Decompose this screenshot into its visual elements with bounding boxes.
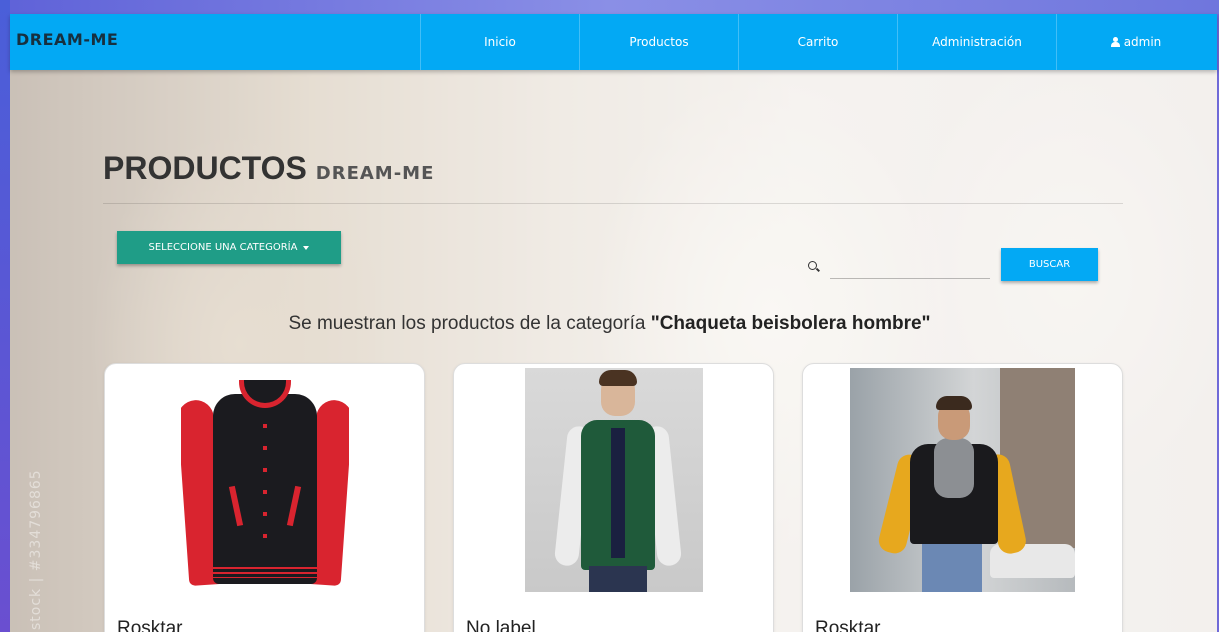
category-message: Se muestran los productos de la categorí… <box>0 313 1219 335</box>
jacket-buttons <box>263 424 267 554</box>
nav-item-user[interactable]: admin <box>1056 14 1215 70</box>
jacket-hem <box>213 564 317 578</box>
nav-item-administracion[interactable]: Administración <box>897 14 1056 70</box>
product-card[interactable]: Rosktar <box>802 363 1123 632</box>
model-legs <box>589 566 647 592</box>
nav-item-inicio[interactable]: Inicio <box>420 14 579 70</box>
model-hoodie <box>934 438 974 498</box>
page-title-text: PRODUCTOS <box>103 150 307 186</box>
user-icon <box>1110 37 1120 47</box>
search-icon <box>808 261 817 270</box>
model-legs <box>922 544 982 592</box>
nav-item-carrito[interactable]: Carrito <box>738 14 897 70</box>
page-title: PRODUCTOS DREAM-ME <box>103 150 434 187</box>
nav-menu: Inicio Productos Carrito Administración … <box>420 14 1215 70</box>
product-image[interactable] <box>525 368 703 592</box>
search-input[interactable] <box>830 255 990 279</box>
model-hair <box>936 396 972 410</box>
nav-item-label: Inicio <box>484 35 516 49</box>
title-divider <box>103 203 1123 204</box>
nav-item-label: admin <box>1123 35 1162 49</box>
top-navbar: DREAM-ME Inicio Productos Carrito Admini… <box>10 14 1217 70</box>
main-content: PRODUCTOS DREAM-ME SELECCIONE UNA CATEGO… <box>0 0 1219 632</box>
product-name[interactable]: No label <box>466 618 536 632</box>
model-hair <box>599 370 637 386</box>
brand-logo[interactable]: DREAM-ME <box>16 30 118 49</box>
product-image[interactable] <box>181 368 349 592</box>
caret-down-icon <box>303 245 310 250</box>
category-button-label: SELECCIONE UNA CATEGORÍA <box>148 242 298 253</box>
nav-item-label: Carrito <box>797 35 839 49</box>
nav-item-productos[interactable]: Productos <box>579 14 738 70</box>
category-message-prefix: Se muestran los productos de la categorí… <box>288 313 651 334</box>
page-subtitle: DREAM-ME <box>315 163 435 184</box>
product-card[interactable]: No label <box>453 363 774 632</box>
product-name[interactable]: Rosktar <box>117 618 182 632</box>
search-button[interactable]: BUSCAR <box>1001 248 1098 281</box>
nav-item-label: Productos <box>629 35 689 49</box>
jacket-inner <box>611 428 625 558</box>
category-dropdown-button[interactable]: SELECCIONE UNA CATEGORÍA <box>117 231 341 264</box>
product-card[interactable]: Rosktar <box>104 363 425 632</box>
product-name[interactable]: Rosktar <box>815 618 880 632</box>
product-image[interactable] <box>850 368 1075 592</box>
category-message-name: "Chaqueta beisbolera hombre" <box>650 313 931 334</box>
nav-item-label: Administración <box>932 35 1022 49</box>
